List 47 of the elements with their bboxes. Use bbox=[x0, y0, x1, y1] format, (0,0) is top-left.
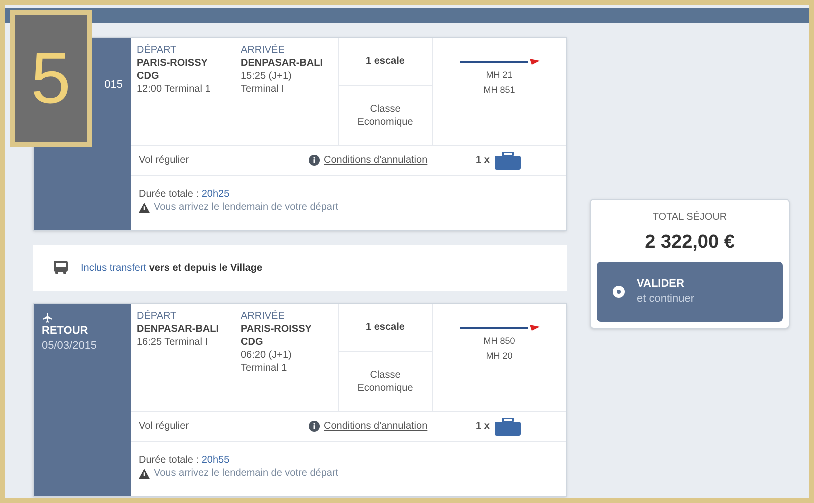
flight-number: MH 20 bbox=[486, 351, 513, 362]
cancellation-link[interactable]: Conditions d'annulation bbox=[324, 420, 464, 433]
cabin-class: Classe Economique bbox=[356, 368, 414, 394]
total-duration: Durée totale : 20h25 bbox=[139, 188, 231, 201]
depart-time: 12:00 Terminal 1 bbox=[137, 83, 212, 96]
depart-city: PARIS-ROISSY CDG bbox=[137, 57, 209, 83]
flight-type: Vol régulier bbox=[139, 154, 190, 167]
warning-icon bbox=[139, 202, 150, 212]
info-icon bbox=[309, 421, 320, 432]
arrival-label: ARRIVÉE bbox=[241, 310, 286, 323]
stops-count: 1 escale bbox=[366, 55, 405, 68]
baggage-count: 1 x bbox=[476, 154, 490, 167]
stops-count: 1 escale bbox=[366, 321, 405, 334]
depart-city: DENPASAR-BALI bbox=[137, 323, 220, 336]
flight-number: MH 850 bbox=[484, 336, 516, 347]
arrival-time: 06:20 (J+1) Terminal 1 bbox=[241, 349, 293, 375]
plane-icon bbox=[42, 312, 54, 324]
flight-number: MH 21 bbox=[486, 70, 513, 81]
cabin-class: Classe Economique bbox=[356, 102, 414, 128]
suitcase-icon bbox=[494, 152, 522, 170]
arrival-label: ARRIVÉE bbox=[241, 44, 286, 57]
validate-button[interactable]: VALIDER et continuer bbox=[597, 262, 783, 322]
depart-label: DÉPART bbox=[137, 310, 178, 323]
flight-date: 015 bbox=[104, 78, 123, 93]
arrival-warning: Vous arrivez le lendemain de votre départ bbox=[154, 201, 339, 214]
flight-date: 05/03/2015 bbox=[42, 339, 98, 354]
transfer-text: Inclus transfert vers et depuis le Village bbox=[81, 262, 263, 276]
arrival-warning: Vous arrivez le lendemain de votre départ bbox=[154, 467, 339, 480]
baggage-count: 1 x bbox=[476, 420, 490, 433]
info-icon bbox=[309, 155, 320, 166]
step-badge: 5 bbox=[10, 10, 92, 147]
flight-direction: RETOUR bbox=[42, 324, 90, 339]
bus-icon bbox=[53, 261, 69, 275]
arrival-city: DENPASAR-BALI bbox=[241, 57, 324, 70]
circle-icon bbox=[613, 286, 625, 298]
suitcase-icon bbox=[494, 418, 522, 436]
warning-icon bbox=[139, 468, 150, 478]
total-label: TOTAL SÉJOUR bbox=[652, 210, 728, 225]
depart-time: 16:25 Terminal I bbox=[137, 336, 209, 349]
arrival-time: 15:25 (J+1) Terminal I bbox=[241, 70, 293, 96]
total-amount: 2 322,00 € bbox=[645, 231, 735, 255]
flight-number: MH 851 bbox=[484, 85, 516, 96]
depart-label: DÉPART bbox=[137, 44, 178, 57]
total-duration: Durée totale : 20h55 bbox=[139, 454, 231, 467]
arrival-city: PARIS-ROISSY CDG bbox=[241, 323, 313, 349]
cancellation-link[interactable]: Conditions d'annulation bbox=[324, 154, 464, 167]
flight-type: Vol régulier bbox=[139, 420, 190, 433]
